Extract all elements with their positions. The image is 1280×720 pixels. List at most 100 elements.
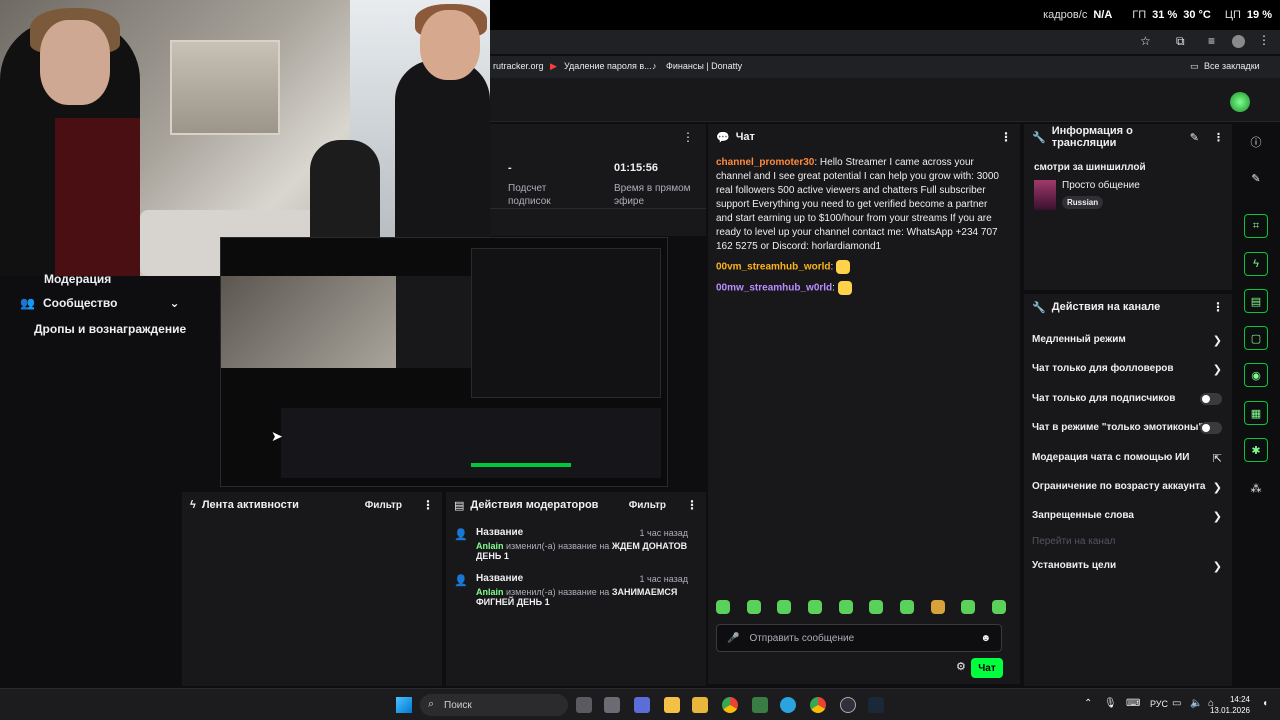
stream-info-menu-icon[interactable]: ⋮ xyxy=(1213,131,1224,144)
stream-title: смотри за шиншиллой xyxy=(1034,162,1146,173)
notes-icon[interactable] xyxy=(692,697,708,713)
message-icon[interactable]: ▢ xyxy=(1244,326,1268,350)
language-indicator[interactable]: РУС xyxy=(1150,699,1168,709)
store-icon[interactable] xyxy=(634,697,650,713)
profile-avatar[interactable] xyxy=(1232,35,1245,48)
emote-icon[interactable] xyxy=(869,600,884,614)
emote-icon[interactable] xyxy=(716,600,730,614)
chat-input[interactable]: 🎤 Отправить сообщение ☻ xyxy=(716,624,1002,652)
obs-icon[interactable] xyxy=(840,697,856,713)
browser-menu-icon[interactable]: ⋮ xyxy=(1258,33,1270,47)
emote-icon[interactable] xyxy=(961,600,976,614)
action-label: Запрещенные слова xyxy=(1032,510,1134,521)
action-label: Чат в режиме "только эмотиконы" xyxy=(1032,422,1204,433)
action-label: Установить цели xyxy=(1032,560,1117,571)
sidebar-item-label: Сообщество xyxy=(42,296,118,310)
emote-icon[interactable] xyxy=(807,600,822,614)
emote-icon[interactable] xyxy=(899,600,914,614)
calculator-icon[interactable] xyxy=(752,697,768,713)
taskbar-search[interactable]: ⌕ Поиск xyxy=(420,694,568,716)
mod-filter-button[interactable]: Фильтр xyxy=(629,500,666,511)
explorer-icon[interactable] xyxy=(664,697,680,713)
mod-user[interactable]: Anlain xyxy=(476,587,504,597)
telegram-icon[interactable] xyxy=(780,697,796,713)
bookmarks-bar: rutracker.org ▶ Удаление пароля в... ♪ Ф… xyxy=(490,56,1280,78)
notifications-icon[interactable]: ◖ xyxy=(1262,698,1268,709)
chrome-icon[interactable] xyxy=(722,697,738,713)
lightning-icon[interactable]: ϟ xyxy=(1244,252,1268,276)
windows-start-icon[interactable] xyxy=(396,697,412,713)
subscribers-only-toggle[interactable] xyxy=(1200,393,1222,405)
layout-icon[interactable]: ▦ xyxy=(1244,401,1268,425)
sidebar-item-community[interactable]: 👥 Сообщество ⌄ xyxy=(20,296,180,310)
snipping-icon[interactable] xyxy=(604,697,620,713)
user-avatar[interactable] xyxy=(1230,92,1250,112)
all-bookmarks[interactable]: Все закладки xyxy=(1204,61,1260,71)
chat-username[interactable]: channel_promoter30 xyxy=(716,157,814,168)
chat-username[interactable]: 00mw_streamhub_w0rld xyxy=(716,282,832,293)
clip-icon[interactable]: ⌗ xyxy=(1244,214,1268,238)
steam-icon[interactable] xyxy=(868,697,884,713)
stream-info-panel: 🔧 Информация о трансляции ✎ ⋮ смотри за … xyxy=(1024,124,1232,290)
channel-actions-menu-icon[interactable]: ⋮ xyxy=(1212,300,1224,314)
mic-icon[interactable]: 🎙 xyxy=(1104,698,1117,709)
mod-entry: 👤 Название Anlain изменил(-а) название н… xyxy=(454,528,698,562)
extensions-icon[interactable]: ⧉ xyxy=(1176,34,1185,49)
mod-user[interactable]: Anlain xyxy=(476,541,504,551)
stats-menu-icon[interactable]: ⋮ xyxy=(682,130,694,144)
emote-icon[interactable] xyxy=(991,600,1006,614)
mod-menu-icon[interactable]: ⋮ xyxy=(686,498,698,512)
emote-icon[interactable] xyxy=(930,600,945,614)
chevron-right-icon: ❯ xyxy=(1212,335,1222,347)
chat-send-button[interactable]: Чат xyxy=(971,658,1003,678)
wrench-icon[interactable]: ✱ xyxy=(1244,438,1268,462)
tray-chevron-icon[interactable]: ⌃ xyxy=(1084,698,1092,709)
display-icon[interactable]: ▭ xyxy=(1172,698,1181,709)
chat-username[interactable]: 00vm_streamhub_world xyxy=(716,262,831,273)
volume-icon[interactable]: 🔈 xyxy=(1190,698,1202,709)
chrome-active-icon[interactable] xyxy=(810,697,826,713)
taskbar-clock[interactable]: 14:24 13.01.2026 xyxy=(1210,694,1250,716)
stream-preview[interactable]: ➤ xyxy=(220,237,668,487)
webcam-video xyxy=(0,0,490,276)
browser-toolbar: ☆ ⧉ ≡ ⋮ xyxy=(490,30,1280,54)
emote-only-toggle[interactable] xyxy=(1200,422,1222,434)
category-name[interactable]: Просто общение xyxy=(1062,180,1140,191)
subs-value: - xyxy=(508,162,512,174)
sidebar-item-drops[interactable]: Дропы и вознаграждение xyxy=(34,322,186,336)
taskbar-search-label: Поиск xyxy=(444,699,472,711)
action-banned-words[interactable]: Запрещенные слова ❯ xyxy=(1024,510,1232,524)
activity-filter-button[interactable]: Фильтр xyxy=(365,500,402,511)
star-icon[interactable]: ☆ xyxy=(1140,34,1151,48)
media-icon[interactable]: ≡ xyxy=(1208,34,1215,48)
taskbar: ⌕ Поиск ⌃ 🎙 ⌨ РУС ▭ 🔈 ⌂ 14:24 13.01.2026… xyxy=(0,688,1280,720)
broadcast-icon[interactable]: ◉ xyxy=(1244,363,1268,387)
action-set-goals[interactable]: Установить цели ❯ xyxy=(1024,560,1232,574)
action-followers-only[interactable]: Чат только для фолловеров ❯ xyxy=(1024,363,1232,377)
bookmark-password[interactable]: Удаление пароля в... xyxy=(564,61,652,71)
emote-icon[interactable] xyxy=(777,600,792,614)
keyboard-icon[interactable]: ⌨ xyxy=(1126,698,1140,709)
emote-icon[interactable] xyxy=(746,600,761,614)
action-go-to-channel[interactable]: Перейти на канал xyxy=(1024,536,1232,550)
task-view-icon[interactable] xyxy=(576,697,592,713)
info-icon[interactable]: ⓘ xyxy=(1244,130,1268,154)
sidebar: Модерация 👥 Сообщество ⌄ Дропы и вознагр… xyxy=(0,272,186,686)
bookmark-rutracker[interactable]: rutracker.org xyxy=(493,61,544,71)
action-ai-moderation[interactable]: Модерация чата с помощью ИИ ⇱ xyxy=(1024,452,1232,466)
action-age-restriction[interactable]: Ограничение по возрасту аккаунта ❯ xyxy=(1024,481,1232,495)
chat-menu-icon[interactable]: ⋮ xyxy=(1000,130,1012,144)
document-icon[interactable]: ▤ xyxy=(1244,289,1268,313)
emoji-icon[interactable]: ☻ xyxy=(980,633,991,644)
activity-menu-icon[interactable]: ⋮ xyxy=(422,498,434,512)
gear-icon[interactable]: ⚙ xyxy=(956,660,966,673)
action-slow-mode[interactable]: Медленный режим ❯ xyxy=(1024,334,1232,348)
chat-icon: 💬 xyxy=(716,131,730,144)
share-icon[interactable]: ⁂ xyxy=(1244,476,1268,500)
edit-icon[interactable]: ✎ xyxy=(1244,166,1268,190)
emote-icon[interactable] xyxy=(838,600,853,614)
bookmark-donatty[interactable]: Финансы | Donatty xyxy=(666,61,742,71)
edit-icon[interactable]: ✎ xyxy=(1190,131,1199,144)
mic-icon[interactable]: 🎤 xyxy=(727,633,739,644)
sidebar-item-moderation[interactable]: Модерация xyxy=(44,272,111,286)
